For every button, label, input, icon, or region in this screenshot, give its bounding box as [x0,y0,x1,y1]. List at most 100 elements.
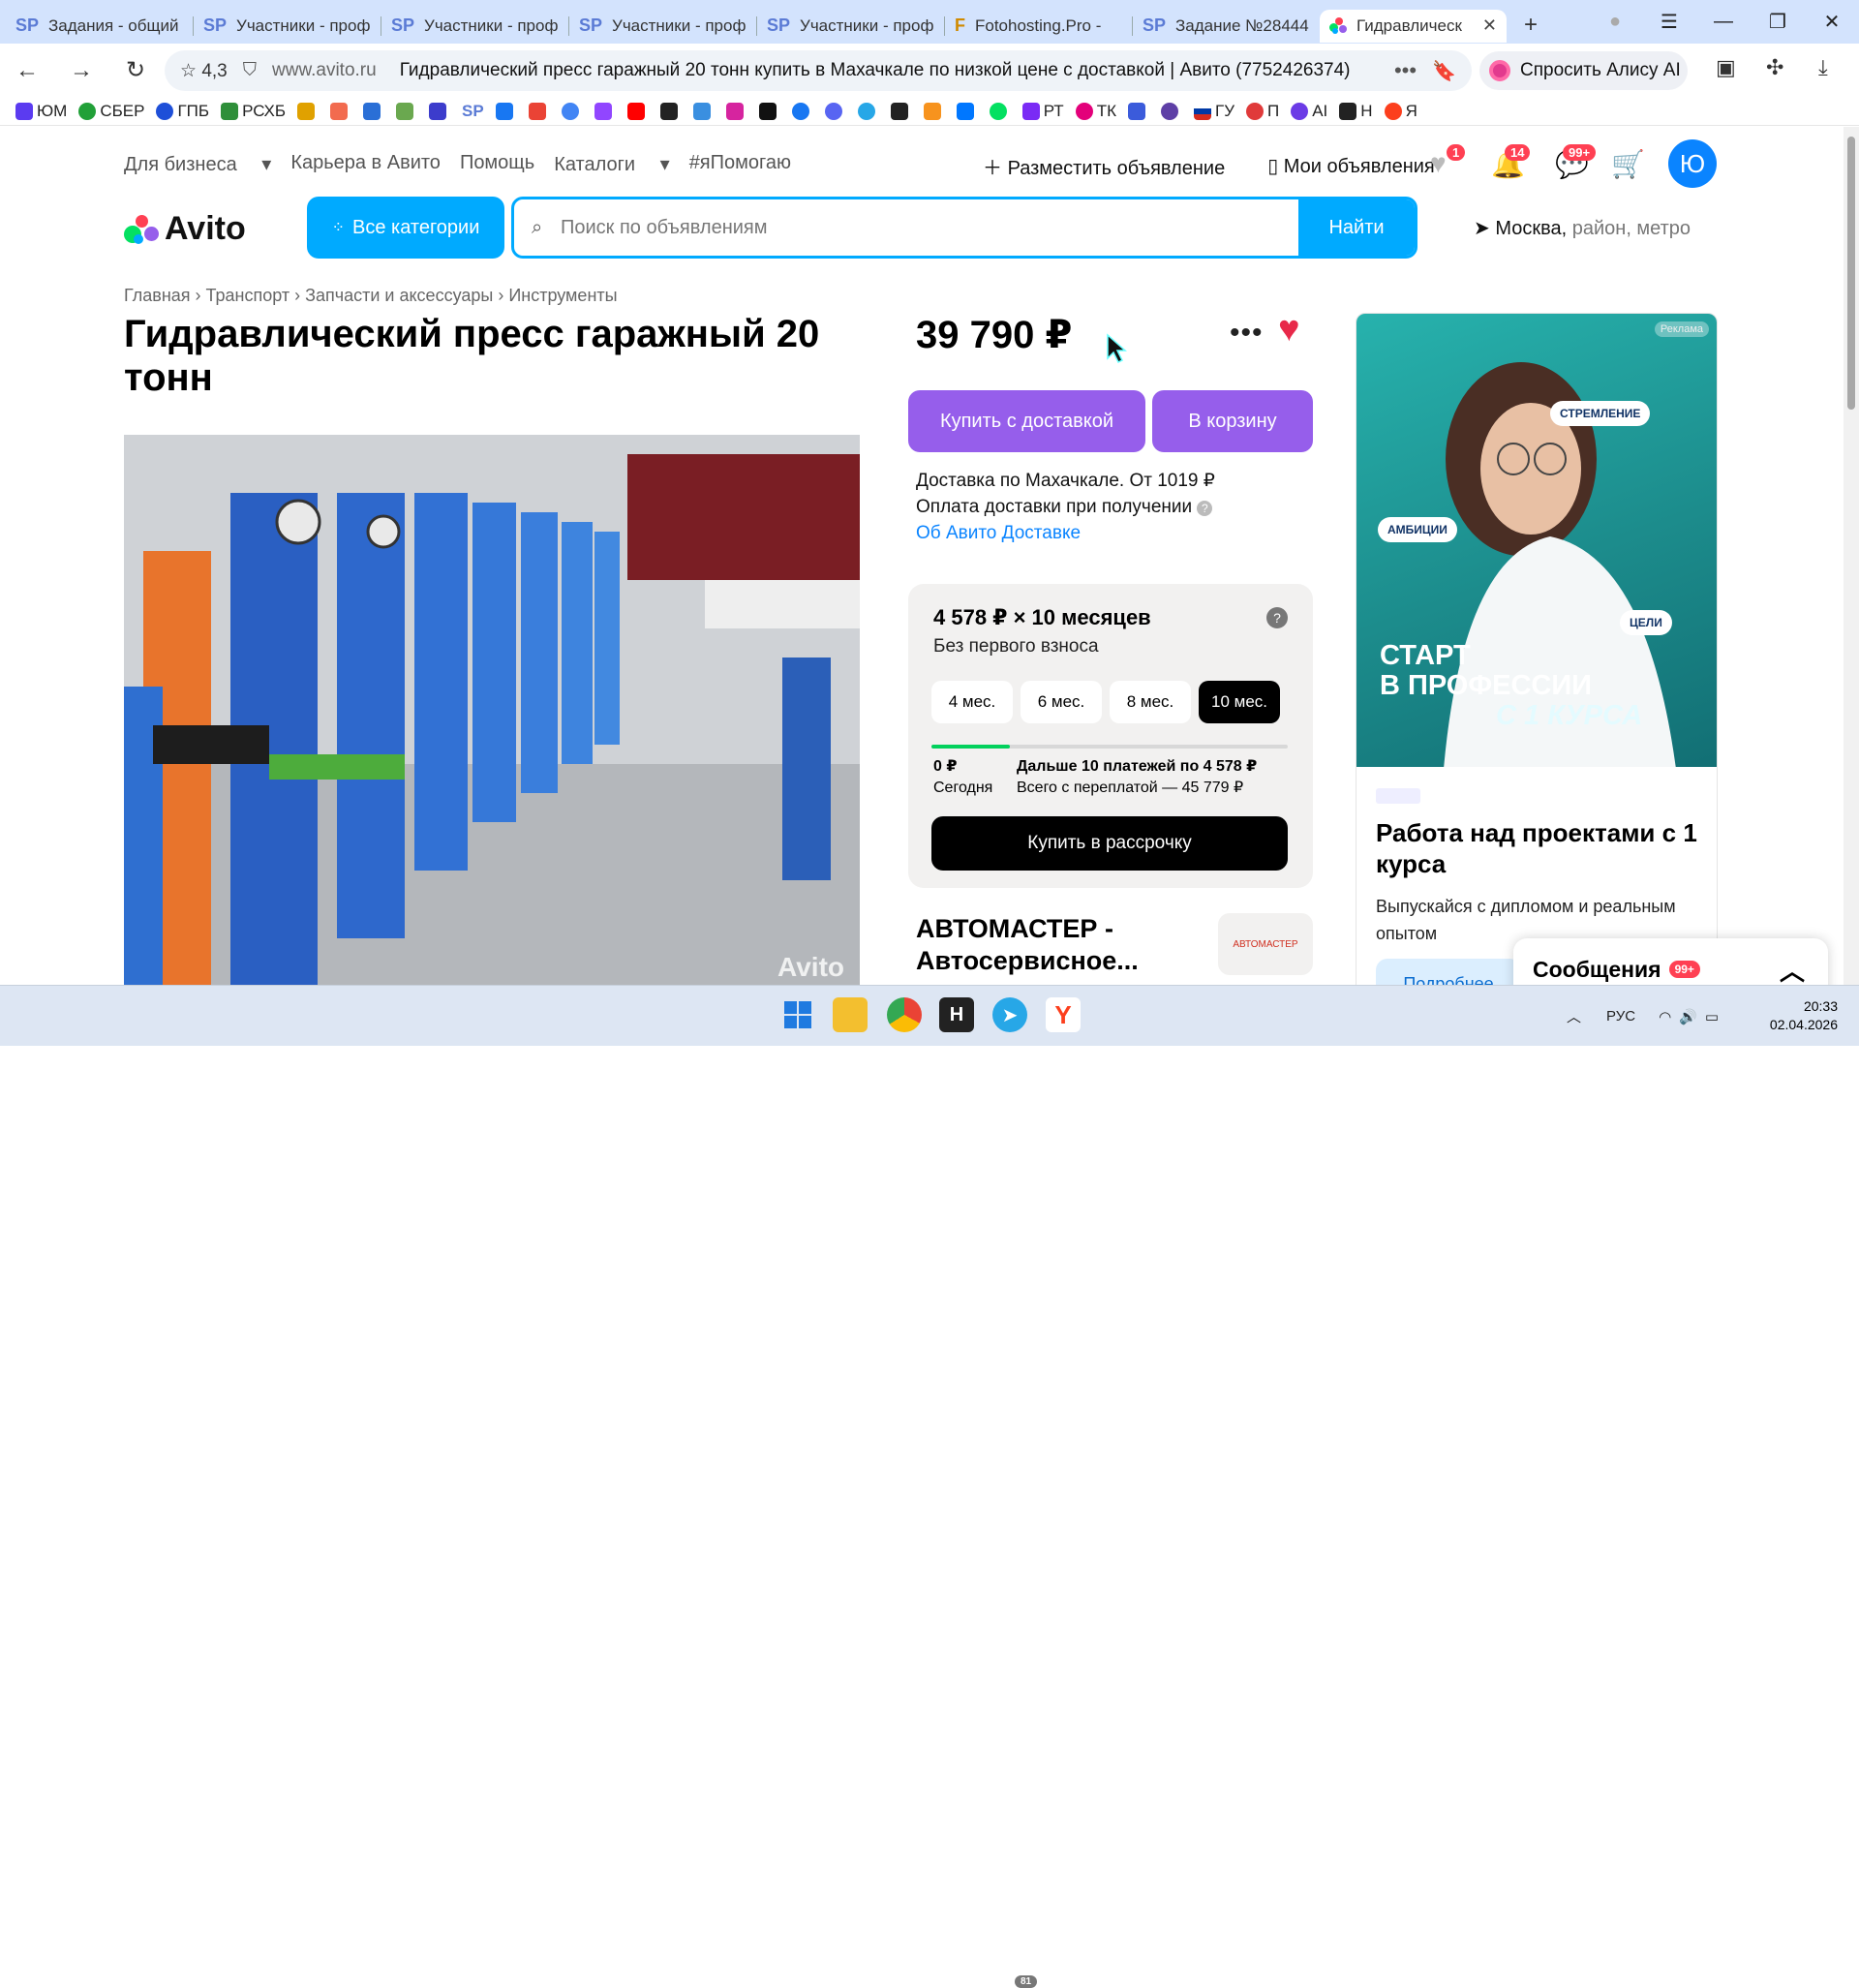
shield-icon[interactable]: ⛉ [243,60,257,81]
bookmark-fotohosting[interactable] [297,102,319,120]
favorite-heart-icon[interactable]: ♥ [1278,309,1300,351]
tab-3[interactable]: SP Участники - проф [381,10,568,43]
bookmark-22[interactable] [1127,102,1149,120]
seller-name[interactable]: АВТОМАСТЕР - Автосервисное... [916,913,1206,977]
bookmark-8[interactable] [561,102,583,120]
chevron-up-icon[interactable]: ︿ [1567,1006,1581,1026]
wifi-icon[interactable]: ◠ [1659,1008,1671,1025]
bookmark-16[interactable] [824,102,846,120]
minimize-icon[interactable]: — [1696,11,1751,33]
bookmark-ai[interactable]: AI [1291,102,1327,121]
tab-5[interactable]: SP Участники - проф [757,10,944,43]
bookmark-n[interactable]: Н [1339,102,1373,121]
bookmark-10[interactable] [626,102,649,120]
term-10[interactable]: 10 мес. [1199,681,1280,723]
bookmark-tk[interactable]: ТК [1075,102,1116,121]
product-photo[interactable]: Avito [124,435,860,985]
tab-7[interactable]: SP Задание №28444 [1133,10,1320,43]
close-window-icon[interactable]: ✕ [1805,10,1859,34]
chrome-icon[interactable] [887,997,922,1032]
search-button[interactable]: Найти [1298,199,1415,256]
bookmark-gu[interactable]: ГУ [1193,102,1234,121]
crumb-tools[interactable]: Инструменты [508,286,617,305]
puzzle-icon[interactable]: ✣ [1766,55,1783,80]
avito-logo[interactable]: Avito [124,210,246,248]
bookmark-ym[interactable]: ЮМ [15,102,67,121]
bookmark-gpb[interactable]: ГПБ [156,102,209,121]
nav-career[interactable]: Карьера в Авито [290,152,441,176]
new-tab-button[interactable]: + [1516,11,1545,40]
menu-icon[interactable]: ☰ [1642,10,1696,34]
crumb-home[interactable]: Главная [124,286,191,305]
seller-logo[interactable]: АВТОМАСТЕР [1218,913,1313,975]
bookmark-9[interactable] [594,102,616,120]
chevron-up-icon[interactable]: ︿ [1780,952,1805,986]
bookmark-13[interactable] [725,102,747,120]
yandex-browser-icon[interactable]: Y [1046,997,1081,1032]
start-icon[interactable] [780,997,815,1032]
nav-catalogs[interactable]: Каталоги ▾ [554,152,670,176]
add-to-cart-button[interactable]: В корзину [1152,390,1313,452]
bookmark-sp[interactable]: SP [462,102,484,121]
back-icon[interactable]: ← [0,57,54,84]
bookmark-rt[interactable]: РТ [1021,102,1064,121]
page-scrollbar[interactable] [1844,127,1859,985]
bookmark-11[interactable] [659,102,682,120]
bookmark-5[interactable] [429,102,450,120]
telegram-icon[interactable]: ➤ [992,997,1027,1032]
location-selector[interactable]: ➤ Москва, район, метро [1474,216,1691,240]
restore-icon[interactable]: ❐ [1751,10,1805,34]
tab-8-active[interactable]: Гидравлическ ✕ [1320,9,1507,43]
tab-4[interactable]: SP Участники - проф [569,10,756,43]
all-categories-button[interactable]: ⁘ Все категории [307,197,504,259]
term-6[interactable]: 6 мес. [1021,681,1102,723]
bookmark-icon[interactable]: 🔖 [1432,59,1456,83]
ad-more-button[interactable]: Подробнее [1376,959,1521,985]
tab-6[interactable]: F Fotohosting.Pro - [945,10,1132,43]
bookmark-6[interactable] [495,102,517,120]
nav-ihelp[interactable]: #яПомогаю [689,152,791,176]
nav-help[interactable]: Помощь [460,152,534,176]
bookmark-23[interactable] [1160,102,1182,120]
bookmark-2[interactable] [330,102,351,120]
bookmark-18[interactable] [890,102,912,120]
bookmark-17[interactable] [857,102,879,120]
language-indicator[interactable]: РУС [1606,1008,1635,1025]
bookmark-15[interactable] [791,102,813,120]
tab-2[interactable]: SP Участники - проф [194,10,381,43]
cart-icon[interactable]: 🛒 [1611,148,1645,180]
bookmark-12[interactable] [692,102,715,120]
my-ads-link[interactable]: ▯ Мои объявления [1267,154,1456,178]
bookmark-21[interactable] [989,102,1011,120]
profile-icon[interactable]: ● [1588,11,1642,33]
reload-icon[interactable]: ↻ [108,56,163,84]
term-8[interactable]: 8 мес. [1110,681,1191,723]
search-input[interactable]: Поиск по объявлениям [514,217,1298,239]
bookmark-19[interactable] [923,102,945,120]
term-4[interactable]: 4 мес. [931,681,1013,723]
h-app-icon[interactable]: H [939,997,974,1032]
more-options-icon[interactable]: ••• [1230,317,1264,350]
bookmark-3[interactable] [363,102,384,120]
messages-widget[interactable]: Сообщения 99+ ︿ [1513,938,1828,985]
favorites-heart-icon[interactable]: ♥ [1430,148,1447,179]
more-dots-icon[interactable]: ••• [1394,58,1417,83]
buy-with-delivery-button[interactable]: Купить с доставкой [908,390,1145,452]
scrollbar-thumb[interactable] [1847,137,1855,410]
bookmark-p[interactable]: П [1246,102,1279,121]
site-rating[interactable]: ☆ 4,3 [180,60,228,82]
forward-icon[interactable]: → [54,57,108,84]
close-tab-icon[interactable]: ✕ [1482,15,1497,36]
bookmark-sber[interactable]: СБЕР [78,102,144,121]
buy-installment-button[interactable]: Купить в рассрочку [931,816,1288,871]
nav-business[interactable]: Для бизнеса ▾ [124,152,271,176]
clock[interactable]: 20:33 02.04.2026 [1770,997,1838,1034]
download-icon[interactable]: ⤓ [1818,55,1828,80]
bookmark-rshb[interactable]: РСХБ [221,102,286,121]
tab-1[interactable]: SP Задания - общий [6,10,193,43]
volume-icon[interactable]: 🔊 [1679,1008,1697,1025]
help-icon[interactable]: ? [1197,501,1213,516]
folder-icon[interactable] [833,997,868,1032]
bookmark-ya[interactable]: Я [1384,102,1417,121]
post-ad-link[interactable]: ＋ Разместить объявление [983,152,1246,180]
